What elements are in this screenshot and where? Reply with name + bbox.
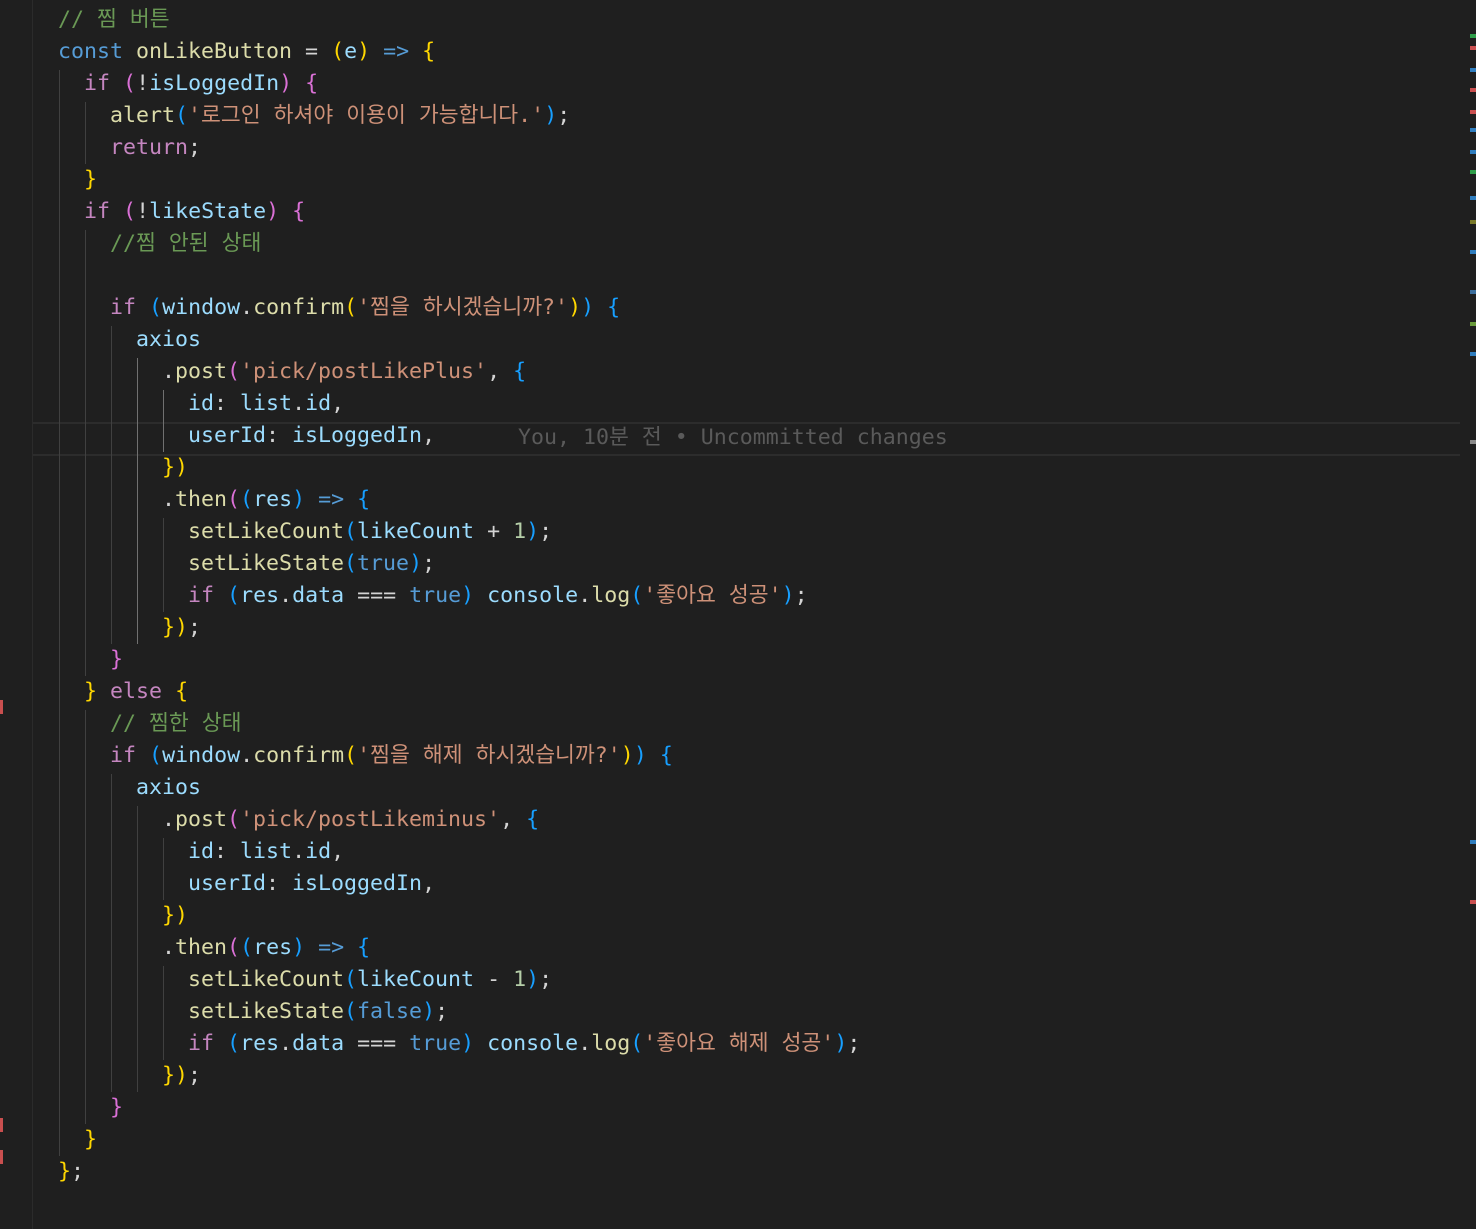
ruler-mark [1470,150,1476,154]
code-line: if (res.data === true) console.log('좋아요 … [188,583,808,608]
ruler-mark [1470,170,1476,174]
code-line: if (window.confirm('찜을 해제 하시겠습니까?')) { [110,743,673,768]
git-blame-annotation: You, 10분 전 • Uncommitted changes [518,425,948,450]
ruler-mark [1470,220,1476,224]
code-line: setLikeCount(likeCount + 1); [188,519,553,544]
code-line: if (!isLoggedIn) { [84,71,319,96]
code-line: } else { [84,679,189,704]
code-line: userId: isLoggedIn, [188,871,436,896]
ruler-mark [1470,440,1476,444]
ruler-mark [1470,840,1476,844]
ruler-mark [1470,34,1476,38]
code-line: } [110,1095,124,1120]
ruler-mark [1470,290,1476,294]
code-line: if (res.data === true) console.log('좋아요 … [188,1031,861,1056]
code-line: userId: isLoggedIn, [188,423,436,448]
code-line: .then((res) => { [58,935,371,960]
code-line: } [84,167,98,192]
ruler-mark [1470,352,1476,356]
ruler-mark [1470,900,1476,904]
code-line: //찜 안된 상태 [110,231,262,256]
code-line: // 찜 버튼 [58,7,170,32]
code-line: return; [110,135,202,160]
code-line: setLikeState(false); [188,999,449,1024]
code-line: }); [162,615,202,640]
code-line: alert('로그인 하셔야 이용이 가능합니다.'); [110,103,571,128]
code-line: // 찜한 상태 [110,711,242,736]
ruler-mark [1470,196,1476,200]
ruler-mark [1470,88,1476,92]
code-line: } [84,1127,98,1152]
code-line: if (!likeState) { [84,199,306,224]
code-line: setLikeCount(likeCount - 1); [188,967,553,992]
code-line: if (window.confirm('찜을 하시겠습니까?')) { [110,295,621,320]
code-line: .post('pick/postLikeminus', { [58,807,540,832]
code-line: axios [136,775,202,800]
code-editor[interactable]: // 찜 버튼 const onLikeButton = (e) => { if … [0,0,1468,1229]
ruler-mark [1470,68,1476,72]
code-line: id: list.id, [188,839,345,864]
code-line: .then((res) => { [58,487,371,512]
ruler-mark [1470,46,1476,50]
code-line: }) [162,455,189,480]
ruler-mark [1470,322,1476,326]
code-line: }) [162,903,189,928]
overview-ruler[interactable] [1468,0,1476,1229]
ruler-mark [1470,110,1476,114]
code-line: } [110,647,124,672]
code-line: .post('pick/postLikePlus', { [58,359,527,384]
code-line: const onLikeButton = (e) => { [58,39,436,64]
code-line: axios [136,327,202,352]
code-line: }); [162,1063,202,1088]
ruler-mark [1470,128,1476,132]
code-line: setLikeState(true); [188,551,436,576]
code-line: id: list.id, [188,391,345,416]
code-line: }; [58,1159,85,1184]
ruler-mark [1470,250,1476,254]
